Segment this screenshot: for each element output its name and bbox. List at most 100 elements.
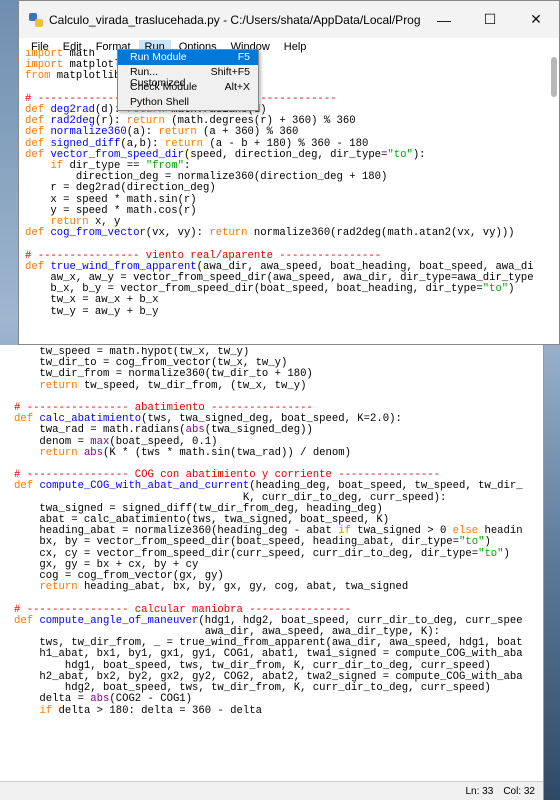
code-token: tw_y = aw_y + b_y <box>25 305 159 318</box>
code-token: delta > 180: delta = 360 - delta <box>52 704 262 717</box>
code-token: from <box>25 70 51 83</box>
code-token: normalize360(rad2deg(math.atan2(vx, vy))… <box>247 227 515 240</box>
menu-item-check-module[interactable]: Check Module Alt+X <box>118 80 258 95</box>
code-editor-bottom[interactable]: tw_speed = math.hypot(tw_x, tw_y) tw_dir… <box>14 347 537 780</box>
code-token: (K * (tws * math.sin(twa_rad)) / denom) <box>103 446 351 459</box>
code-token: matplotlib <box>50 70 121 83</box>
code-token: ) <box>508 283 515 296</box>
code-token: heading_abat = normalize360(heading_deg … <box>14 525 339 538</box>
menu-item-shortcut: F5 <box>237 51 250 63</box>
code-token: abs <box>83 446 104 459</box>
code-token: "to" <box>387 148 413 161</box>
code-token: def <box>25 260 45 273</box>
scrollbar-thumb[interactable] <box>551 57 557 97</box>
code-token: rad2deg <box>50 115 95 128</box>
code-token: (awa_dir, awa_speed, boat_heading, boat_… <box>196 260 534 273</box>
title-bar[interactable]: Calculo_virada_traslucehada.py - C:/User… <box>19 1 559 38</box>
code-token: deg2rad <box>50 104 95 117</box>
code-token: gx, gy = bx + cx, by + cy <box>14 558 199 571</box>
code-token: tw_x = aw_x + b_x <box>25 294 159 307</box>
code-line: return heading_abat, bx, by, gx, gy, cog… <box>14 582 537 593</box>
menu-item-shortcut: Alt+X <box>224 81 250 93</box>
code-token: true_wind_from_apparent <box>50 260 197 273</box>
status-col: Col: 32 <box>503 785 535 797</box>
minimize-button[interactable]: — <box>421 1 467 38</box>
code-token: b_x, b_y = vector_from_speed_dir(boat_sp… <box>25 283 483 296</box>
status-bar: Ln: 33 Col: 32 <box>0 781 543 800</box>
code-token: def <box>25 126 45 139</box>
status-line: Ln: 33 <box>465 785 494 797</box>
code-token: headin <box>478 525 523 538</box>
code-token: def <box>25 148 45 161</box>
code-token: # ---------------- abatimiento ---------… <box>14 402 313 415</box>
code-line: return tw_speed, tw_dir_from, (tw_x, tw_… <box>14 379 537 392</box>
code-token: def <box>25 115 45 128</box>
code-editor-top[interactable]: import math import matplotlib from matplot… <box>25 49 545 340</box>
python-icon <box>29 12 43 27</box>
code-token: "to" <box>478 547 504 560</box>
close-button[interactable]: ✕ <box>513 1 559 38</box>
menu-item-shortcut: Shift+F5 <box>210 66 250 78</box>
code-token: tw_dir_to = cog_from_vector(tw_x, tw_y) <box>14 357 288 370</box>
code-token: x, y <box>88 216 121 229</box>
menu-item-label: Check Module <box>130 81 198 93</box>
code-token: : <box>183 160 191 173</box>
code-line: tw_y = aw_y + b_y <box>25 305 545 318</box>
code-token: return <box>158 126 197 139</box>
code-token: return <box>126 115 165 128</box>
code-token: cx, cy = vector_from_speed_dir(curr_spee… <box>14 547 479 560</box>
code-token: y = speed * math.cos(r) <box>25 204 197 217</box>
code-token: direction_deg = normalize360(direction_d… <box>25 171 388 184</box>
code-token: aw_x, aw_y = vector_from_speed_dir(awa_s… <box>25 272 534 285</box>
code-token: def <box>25 137 45 150</box>
code-token: compute_angle_of_maneuver <box>39 614 199 627</box>
code-token: # ---------------- viento real/aparente … <box>25 249 382 262</box>
code-token: awa_dir, awa_speed, awa_dir_type, K): <box>14 626 440 639</box>
code-token: twa_rad = math.radians( <box>14 424 186 437</box>
code-token: (vx, vy): <box>145 227 210 240</box>
editor-window-bottom: tw_speed = math.hypot(tw_x, tw_y) tw_dir… <box>0 345 544 800</box>
code-line: if delta > 180: delta = 360 - delta <box>14 704 537 717</box>
code-token: return <box>39 581 78 594</box>
code-token: tw_dir_from = normalize360(tw_dir_to + 1… <box>14 368 313 381</box>
code-token: ) <box>503 547 510 560</box>
code-token: bx, by = vector_from_speed_dir(boat_spee… <box>14 536 460 549</box>
code-token: (speed, direction_deg, dir_type= <box>183 148 388 161</box>
code-token: (a - b + 180) % 360 - 180 <box>203 137 369 150</box>
menu-item-python-shell[interactable]: Python Shell <box>118 95 258 110</box>
code-token: dir_type == <box>63 160 146 173</box>
code-token: max <box>90 435 110 448</box>
code-token: (COG2 - COG1) <box>109 693 193 706</box>
code-token: r = deg2rad(direction_deg) <box>25 182 216 195</box>
code-token: tws, tw_dir_from, _ = true_wind_from_app… <box>14 637 523 650</box>
code-token: if <box>338 525 351 538</box>
code-token: hdg1, boat_speed, tws, tw_dir_from, K, c… <box>14 659 491 672</box>
editor-window-top: Calculo_virada_traslucehada.py - C:/User… <box>18 0 560 345</box>
menu-item-run-customized[interactable]: Run... Customized Shift+F5 <box>118 65 258 89</box>
code-token: tw_speed, tw_dir_from, (tw_x, tw_y) <box>77 379 307 392</box>
code-token: else <box>452 525 479 538</box>
code-token: # ---------------- calcular maniobra ---… <box>14 603 351 616</box>
code-token: normalize360 <box>50 126 127 139</box>
code-token: abs <box>185 424 205 437</box>
code-token: (hdg1, hdg2, boat_speed, curr_dir_to_deg… <box>198 614 523 627</box>
maximize-button[interactable]: ☐ <box>467 1 513 38</box>
code-line: return abs(K * (tws * math.sin(twa_rad))… <box>14 446 537 459</box>
code-token: return <box>164 137 204 150</box>
menu-item-label: Python Shell <box>130 96 189 108</box>
code-token: abat = calc_abatimiento(tws, twa_signed,… <box>14 514 390 527</box>
code-token: def <box>25 227 45 240</box>
code-token: "to" <box>459 536 485 549</box>
run-menu-dropdown: Run Module F5 Run... Customized Shift+F5… <box>117 49 259 111</box>
code-token: denom = <box>14 435 91 448</box>
code-token: h2_abat, bx2, by2, gx2, gy2, COG2, abat2… <box>14 670 523 683</box>
code-token: twa_signed = signed_diff(tw_dir_from_deg… <box>14 502 383 515</box>
menu-item-label: Run Module <box>130 51 187 63</box>
code-token: twa_signed > 0 <box>350 525 453 538</box>
menu-item-run-module[interactable]: Run Module F5 <box>118 50 258 65</box>
code-token: if <box>50 160 64 173</box>
